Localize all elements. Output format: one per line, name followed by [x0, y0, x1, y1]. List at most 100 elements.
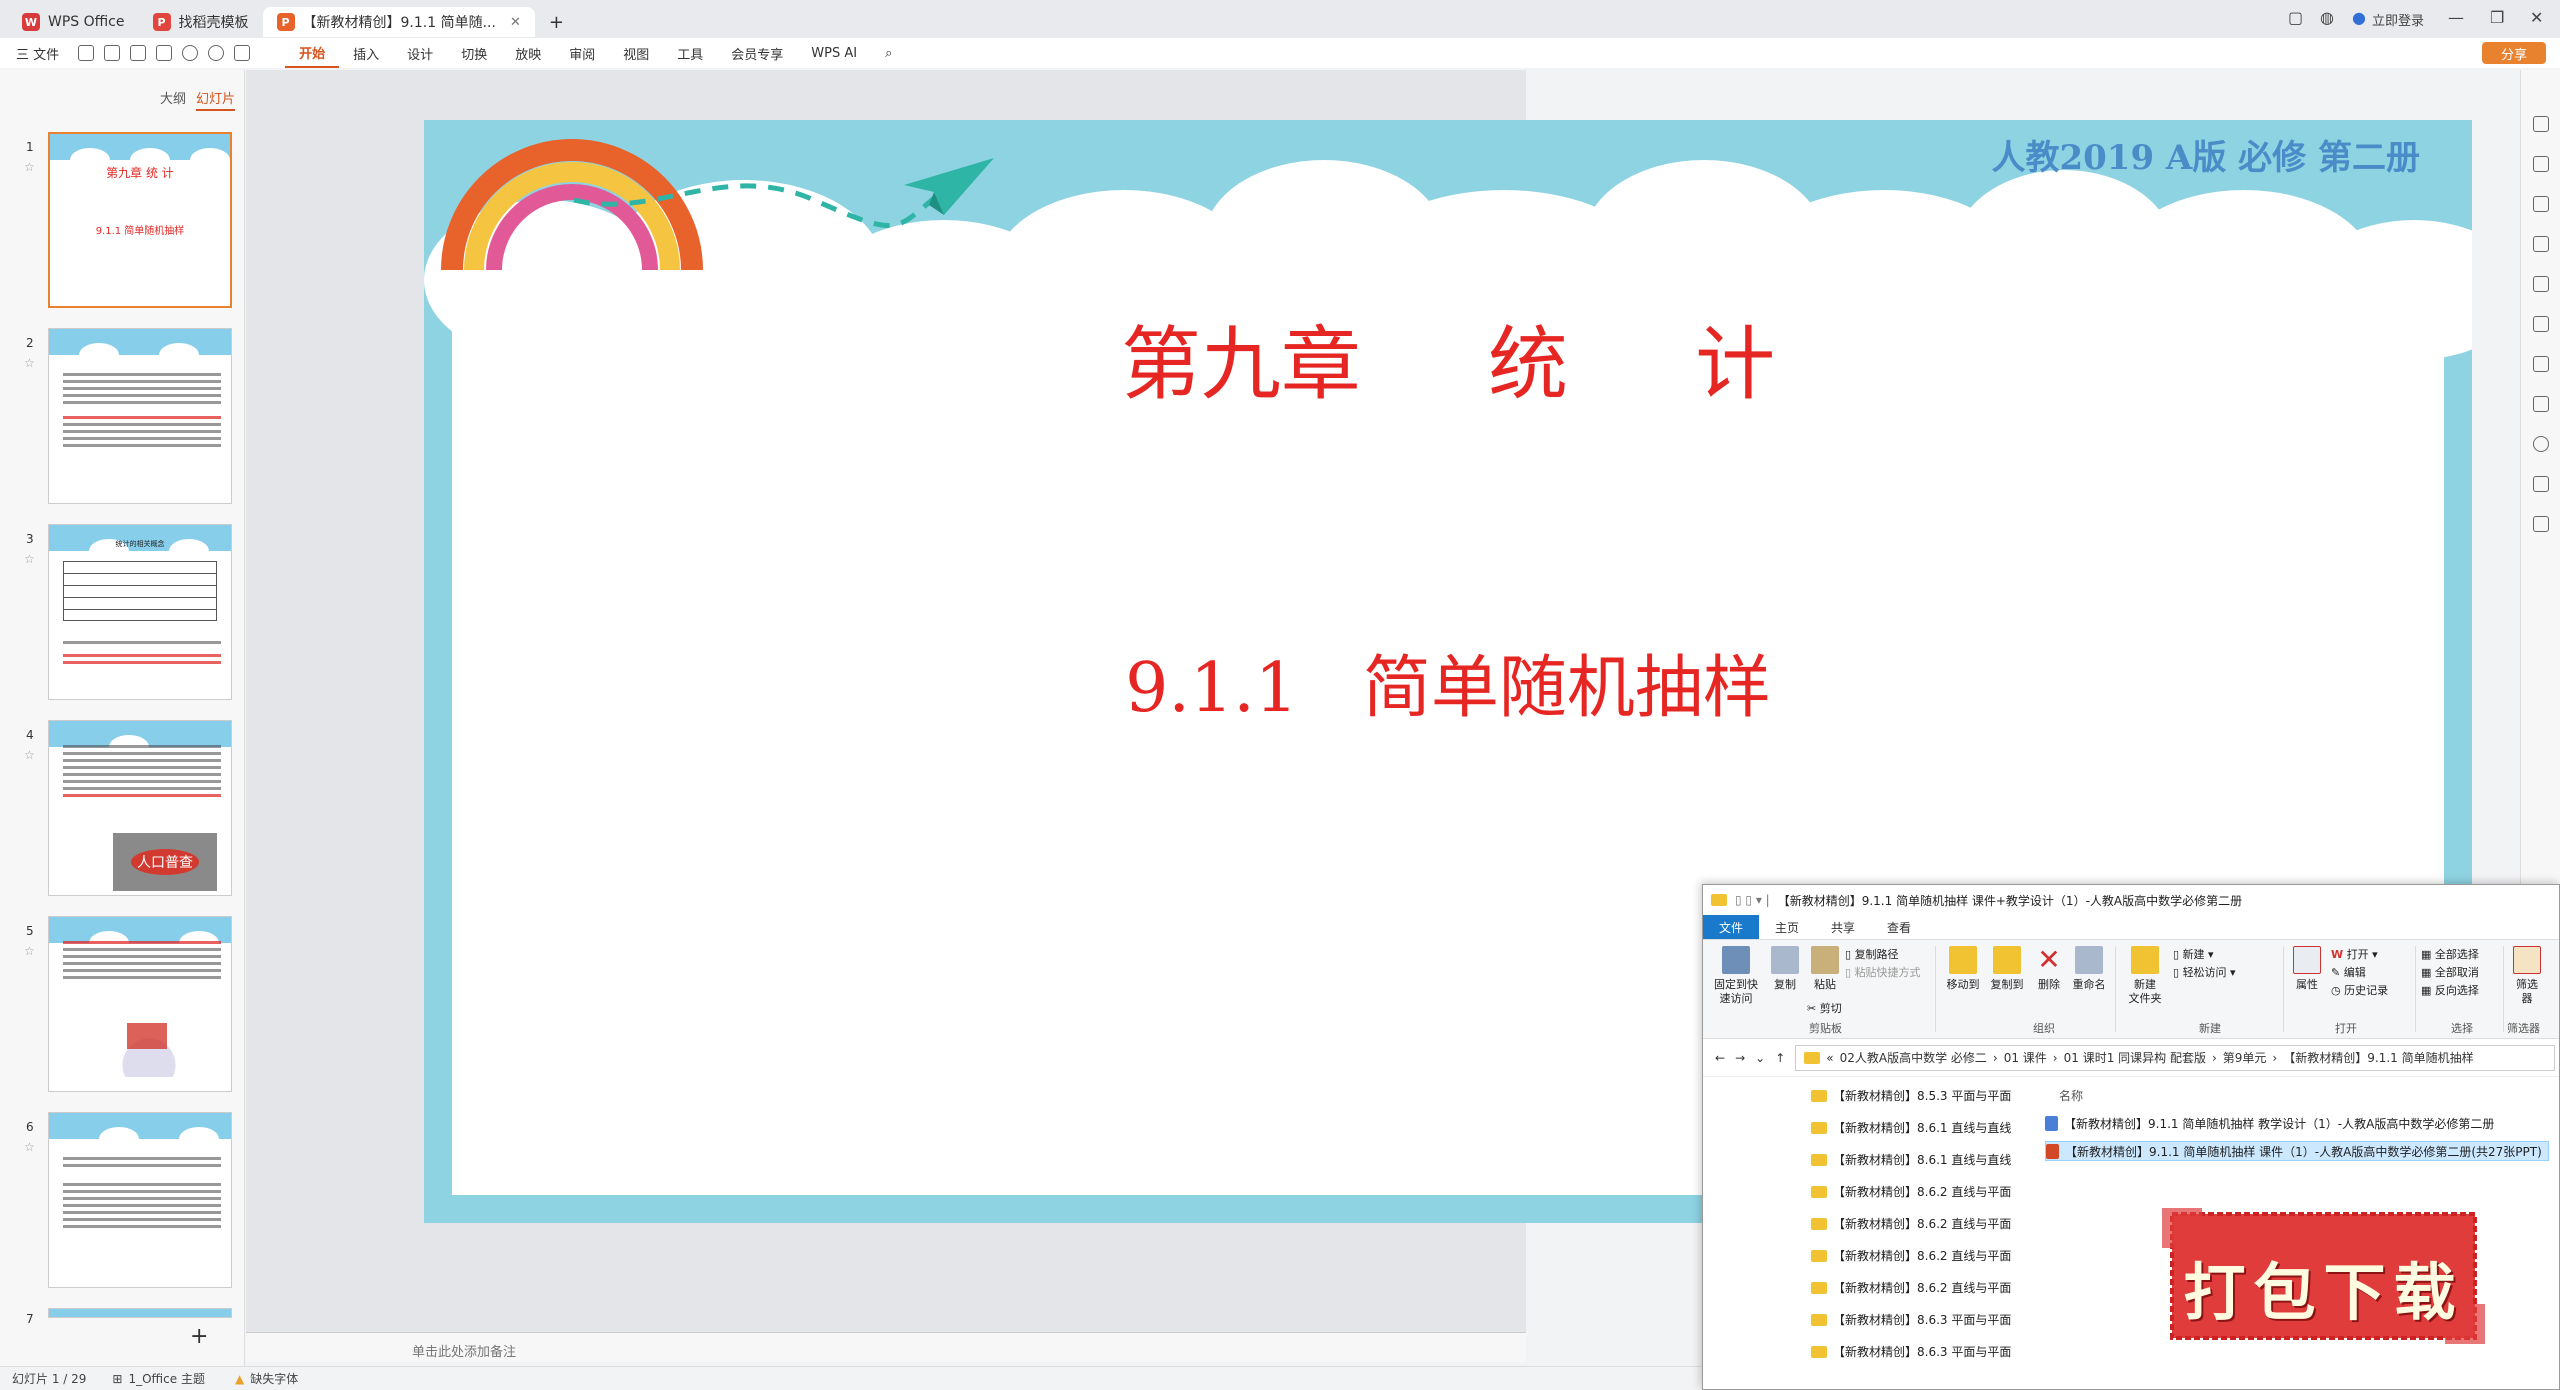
tab-wps-office[interactable]: W WPS Office [8, 7, 139, 37]
nav-folder[interactable]: 【新教材精创】8.6.3 平面与平面 [1811, 1343, 2011, 1360]
star-icon[interactable] [2533, 196, 2549, 212]
history-button[interactable]: ◷ 历史记录 [2331, 984, 2388, 998]
nav-folder[interactable]: 【新教材精创】8.5.3 平面与平面 [1811, 1087, 2011, 1104]
layout-icon[interactable]: ▢ [2288, 8, 2303, 27]
tab-slides[interactable]: 幻灯片 [196, 88, 236, 111]
filter-button[interactable]: 筛选 器 [2509, 946, 2545, 1006]
login-link[interactable]: 立即登录 [2372, 10, 2424, 29]
menu-view[interactable]: 视图 [609, 38, 663, 68]
avatar-icon[interactable]: ● [2352, 8, 2366, 27]
invert-selection-button[interactable]: ▦ 反向选择 [2421, 984, 2479, 998]
slide-subtitle[interactable]: 9.1.1 简单随机抽样 [424, 632, 2472, 731]
address-path[interactable]: « 02人教A版高中数学 必修二 › 01 课件 › 01 课时1 同课异构 配… [1795, 1044, 2555, 1071]
book-icon[interactable] [2533, 396, 2549, 412]
layer-icon[interactable] [2533, 356, 2549, 372]
more-icon[interactable] [2533, 516, 2549, 532]
edit-button[interactable]: ✎ 编辑 [2331, 966, 2366, 980]
file-row[interactable]: 【新教材精创】9.1.1 简单随机抽样 课件（1）-人教A版高中数学必修第二册(… [2045, 1141, 2549, 1161]
skin-icon[interactable]: ◍ [2320, 8, 2334, 27]
nav-folder[interactable]: 【新教材精创】8.6.2 直线与平面 [1811, 1247, 2011, 1264]
preview-icon[interactable] [156, 45, 173, 61]
slide-thumb[interactable] [48, 1308, 232, 1318]
tab-home[interactable]: 主页 [1759, 915, 1815, 939]
tab-file[interactable]: 文件 [1703, 915, 1760, 939]
add-slide-button[interactable]: + [190, 1324, 208, 1349]
cut-button[interactable]: ✂ 剪切 [1807, 1002, 1842, 1016]
slide-title[interactable]: 第九章 统 计 [424, 300, 2472, 416]
menu-transition[interactable]: 切换 [447, 38, 501, 68]
slide-thumb[interactable]: 人口普查 [48, 720, 232, 896]
paste-shortcut-button[interactable]: ▯ 粘贴快捷方式 [1845, 966, 1921, 980]
properties-button[interactable]: 属性 [2289, 946, 2325, 992]
minimize-icon[interactable]: — [2448, 8, 2464, 27]
column-header-name[interactable]: 名称 [2059, 1087, 2083, 1104]
breadcrumb-item[interactable]: 第9单元 [2223, 1049, 2267, 1066]
tab-outline[interactable]: 大纲 [160, 88, 186, 107]
slide-thumb[interactable] [48, 916, 232, 1092]
help-icon[interactable] [2533, 436, 2549, 452]
format-painter-icon[interactable] [234, 45, 251, 61]
file-menu[interactable]: 三 文件 [0, 38, 73, 68]
menu-review[interactable]: 审阅 [555, 38, 609, 68]
menu-design[interactable]: 设计 [393, 38, 447, 68]
nav-folder[interactable]: 【新教材精创】8.6.1 直线与直线 [1811, 1151, 2011, 1168]
tab-view[interactable]: 查看 [1871, 915, 1927, 939]
back-icon[interactable]: ← [1715, 1051, 1725, 1065]
copy-button[interactable]: 复制 [1767, 946, 1803, 992]
copy-icon[interactable] [2533, 236, 2549, 252]
cursor-icon[interactable] [2533, 116, 2549, 132]
nav-folder[interactable]: 【新教材精创】8.6.2 直线与平面 [1811, 1215, 2011, 1232]
menu-tools[interactable]: 工具 [663, 38, 717, 68]
forward-icon[interactable]: → [1735, 1051, 1745, 1065]
shapes-icon[interactable] [2533, 156, 2549, 172]
settings-icon[interactable] [2533, 476, 2549, 492]
menu-insert[interactable]: 插入 [339, 38, 393, 68]
nav-folder[interactable]: 【新教材精创】8.6.2 直线与平面 [1811, 1183, 2011, 1200]
print-icon[interactable] [130, 45, 147, 61]
missing-font[interactable]: 缺失字体 [250, 1370, 298, 1387]
easy-access-button[interactable]: ▯ 轻松访问 ▾ [2173, 966, 2236, 980]
star-icon[interactable]: ☆ [24, 552, 35, 566]
undo-icon[interactable] [182, 45, 199, 61]
slide-thumb[interactable]: 第九章 统 计 9.1.1 简单随机抽样 [48, 132, 232, 308]
save-icon[interactable] [78, 45, 95, 61]
tab-template[interactable]: P 找稻壳模板 [139, 7, 263, 37]
close-icon[interactable]: ✕ [510, 15, 521, 30]
maximize-icon[interactable]: ❐ [2490, 8, 2504, 27]
notes-pane[interactable]: 单击此处添加备注 [246, 1332, 1526, 1362]
tab-share[interactable]: 共享 [1815, 915, 1871, 939]
breadcrumb-item[interactable]: 01 课件 [2004, 1049, 2047, 1066]
move-to-button[interactable]: 移动到 [1943, 946, 1983, 992]
menu-home[interactable]: 开始 [285, 38, 340, 68]
select-all-button[interactable]: ▦ 全部选择 [2421, 948, 2479, 962]
window-close-icon[interactable]: ✕ [2530, 8, 2543, 27]
dropdown-icon[interactable]: ⌄ [1755, 1051, 1765, 1065]
download-badge[interactable]: 打包下载 [2162, 1200, 2485, 1352]
star-icon[interactable]: ☆ [24, 1140, 35, 1154]
nav-folder[interactable]: 【新教材精创】8.6.1 直线与直线 [1811, 1119, 2011, 1136]
copy-to-button[interactable]: 复制到 [1987, 946, 2027, 992]
copy-path-button[interactable]: ▯ 复制路径 [1845, 948, 1899, 962]
select-none-button[interactable]: ▦ 全部取消 [2421, 966, 2479, 980]
paste-button[interactable]: 粘贴 [1807, 946, 1843, 992]
nav-folder[interactable]: 【新教材精创】8.6.3 平面与平面 [1811, 1311, 2011, 1328]
star-icon[interactable]: ☆ [24, 356, 35, 370]
search-icon[interactable]: ⌕ [871, 38, 906, 68]
breadcrumb-item[interactable]: 01 课时1 同课异构 配套版 [2064, 1049, 2206, 1066]
nav-folder[interactable]: 【新教材精创】8.6.2 直线与平面 [1811, 1279, 2011, 1296]
breadcrumb-item[interactable]: 【新教材精创】9.1.1 简单随机抽样 [2283, 1049, 2473, 1066]
new-item-button[interactable]: ▯ 新建 ▾ [2173, 948, 2214, 962]
new-tab-button[interactable]: + [535, 7, 578, 37]
share-button[interactable]: 分享 [2482, 42, 2546, 64]
export-pdf-icon[interactable] [104, 45, 121, 61]
file-row[interactable]: 【新教材精创】9.1.1 简单随机抽样 教学设计（1）-人教A版高中数学必修第二… [2045, 1113, 2500, 1133]
quick-access-icons[interactable]: ▯ ▯ ▾ | [1735, 893, 1770, 907]
menu-member[interactable]: 会员专享 [717, 38, 797, 68]
animation-icon[interactable] [2533, 316, 2549, 332]
slide-header-text[interactable]: 人教2019 A版 必修 第二册 [1991, 130, 2420, 179]
star-icon[interactable]: ☆ [24, 944, 35, 958]
menu-wps-ai[interactable]: WPS AI [797, 38, 871, 68]
theme-name[interactable]: 1_Office 主题 [128, 1370, 204, 1387]
star-icon[interactable]: ☆ [24, 748, 35, 762]
star-icon[interactable]: ☆ [24, 160, 35, 174]
